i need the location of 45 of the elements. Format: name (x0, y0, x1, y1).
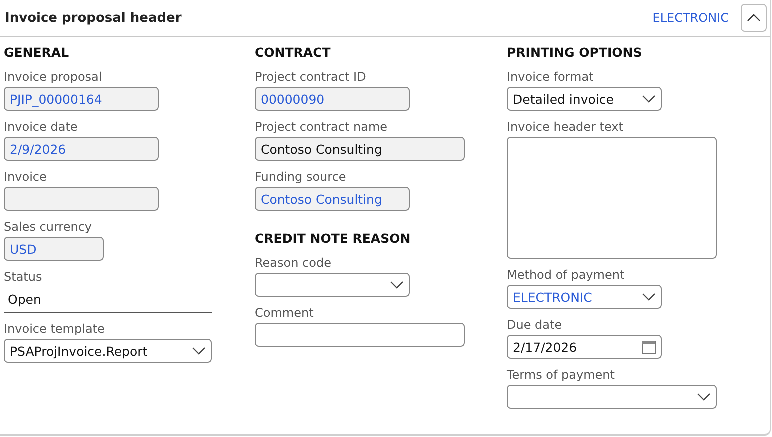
calendar-icon[interactable] (642, 340, 656, 354)
field-label: Funding source (255, 170, 348, 184)
field-label: Invoice date (4, 120, 79, 134)
readonly-field[interactable]: 00000090 (255, 87, 410, 111)
readonly-field[interactable]: Contoso Consulting (255, 187, 410, 211)
field-label: Terms of payment (507, 368, 616, 382)
readonly-field[interactable]: 2/9/2026 (4, 137, 159, 161)
chevron-down-icon (642, 293, 656, 301)
panel-title: Invoice proposal header (5, 10, 183, 26)
field-label: Due date (507, 318, 564, 332)
field-label: Invoice header text (507, 120, 624, 134)
readonly-field[interactable]: USD (4, 237, 104, 261)
field-label: Invoice (4, 170, 48, 184)
field-label: Invoice template (4, 322, 106, 336)
dropdown-field[interactable]: PSAProjInvoice.Report (4, 339, 212, 363)
chevron-up-icon (747, 14, 761, 22)
dropdown-field[interactable]: ELECTRONIC (507, 285, 662, 309)
chevron-down-icon (642, 95, 656, 103)
field-label: Sales currency (4, 220, 94, 234)
field-label: Reason code (255, 256, 332, 270)
section-heading: CONTRACT (255, 45, 332, 60)
field-label: Status (4, 270, 44, 284)
chevron-down-icon (192, 347, 206, 355)
field-label: Comment (255, 306, 315, 320)
dropdown-field[interactable]: Detailed invoice (507, 87, 662, 111)
date-field[interactable]: 2/17/2026 (507, 335, 662, 359)
input-field[interactable] (255, 323, 465, 347)
field-label: Method of payment (507, 268, 626, 282)
readonly-field[interactable]: PJIP_00000164 (4, 87, 159, 111)
dropdown-field[interactable] (255, 273, 410, 297)
field-label: Project contract ID (255, 70, 368, 84)
chevron-down-icon (697, 393, 711, 401)
readonly-field[interactable]: Contoso Consulting (255, 137, 465, 161)
chevron-down-icon (390, 281, 404, 289)
readonly-field[interactable] (4, 187, 159, 211)
section-heading: GENERAL (4, 45, 70, 60)
collapse-button[interactable] (741, 4, 767, 32)
field-label: Project contract name (255, 120, 389, 134)
section-heading: CREDIT NOTE REASON (255, 231, 412, 246)
summary-value: ELECTRONIC (652, 11, 729, 25)
text-area[interactable] (507, 137, 717, 259)
dropdown-field[interactable] (507, 385, 717, 409)
field-label: Invoice proposal (4, 70, 104, 84)
field-label: Invoice format (507, 70, 595, 84)
section-heading: PRINTING OPTIONS (507, 45, 644, 60)
